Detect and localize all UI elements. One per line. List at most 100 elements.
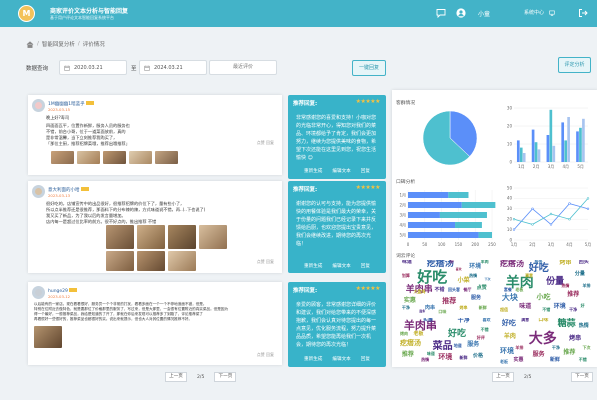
- review-photo[interactable]: [137, 251, 165, 271]
- word-cloud-word: 服务: [532, 351, 545, 358]
- bar: [455, 222, 482, 228]
- end-date-input[interactable]: 2024.03.21: [139, 60, 207, 75]
- bar: [448, 192, 469, 198]
- start-date-input[interactable]: 2020.03.21: [59, 60, 127, 75]
- review-photo[interactable]: [168, 225, 196, 249]
- section-title-wordcloud: 词云评论: [396, 254, 416, 259]
- home-icon[interactable]: [26, 40, 34, 48]
- avatar[interactable]: [32, 286, 45, 299]
- word-cloud-word: 干净: [569, 307, 578, 312]
- avatar[interactable]: [32, 99, 45, 112]
- y-tick-label: 20: [507, 217, 513, 222]
- analysis-panel: 客群情况 口碑分析 词云评论 0 10 20 30 1月 2月 3月 4月 5月 0 50 100 1…: [392, 90, 597, 367]
- recommend-reply-card-1: 推荐回复: ★★★★★ 非常感谢您的喜爱和支持！小咖对您的光临非常开心，得知您对…: [288, 95, 386, 179]
- avatar[interactable]: [32, 185, 45, 198]
- word-cloud-word: 划算: [401, 273, 410, 278]
- logout-icon[interactable]: [578, 8, 588, 18]
- message-icon[interactable]: [436, 8, 446, 18]
- y-tick-label: 5月: [399, 232, 406, 237]
- word-cloud-word: 大块: [501, 293, 518, 302]
- customer-bar-chart: 0 10 20 30 1月 2月 3月 4月 5月: [507, 105, 588, 169]
- prev-page-button[interactable]: 上一页: [165, 372, 187, 382]
- edit-text-button[interactable]: 编辑文本: [332, 356, 350, 362]
- system-center-button[interactable]: 系统中心: [524, 9, 555, 16]
- recommend-title: 推荐回复:: [293, 187, 318, 193]
- word-cloud-word: 老板: [515, 287, 524, 292]
- x-tick-label: 2月: [529, 242, 536, 247]
- edit-text-button[interactable]: 编辑文本: [332, 168, 350, 174]
- reply-button[interactable]: 回复: [361, 263, 370, 269]
- regenerate-button[interactable]: 重新生成: [304, 263, 322, 269]
- filter-select[interactable]: 最近评价: [209, 60, 277, 75]
- word-cloud-word: 味道: [401, 260, 412, 265]
- word-cloud-word: 口味: [538, 318, 549, 323]
- word-cloud-word: 回头: [578, 260, 589, 265]
- filter-label: 数据查询: [26, 65, 49, 72]
- word-cloud-word: 新鲜: [478, 305, 487, 310]
- bar: [478, 232, 492, 238]
- word-cloud-word: 小吃: [536, 293, 551, 301]
- bar: [552, 145, 556, 162]
- review-photo[interactable]: [106, 251, 134, 271]
- x-tick-label: 4月: [563, 164, 570, 169]
- review-actions[interactable]: 点赞 回复: [257, 352, 274, 358]
- batch-reply-button[interactable]: 一键回复: [352, 60, 386, 76]
- word-cloud-word: 烤串: [559, 260, 572, 266]
- word-cloud-word: 烤串: [459, 305, 468, 310]
- next-page-button[interactable]: 下一页: [214, 372, 237, 382]
- review-username[interactable]: hunge29: [48, 289, 68, 294]
- word-cloud-word: 羊肉: [503, 333, 516, 340]
- data-point: [531, 223, 534, 226]
- word-cloud-word: 小菜: [457, 277, 470, 284]
- word-cloud-word: 羊排: [515, 345, 524, 350]
- breadcrumb-section[interactable]: 智能回复分析: [42, 40, 75, 48]
- rating-stars-icon: ★★★★★: [355, 285, 381, 292]
- review-photo[interactable]: [199, 225, 227, 249]
- review-photo[interactable]: [129, 151, 152, 164]
- rating-stars-icon: ★★★★★: [355, 98, 381, 105]
- review-photo[interactable]: [168, 251, 196, 271]
- bar: [561, 122, 565, 162]
- word-cloud-2: 疙瘩汤 好吃 羊肉 烤串 份量 大块 小吃 推荐 分量 味道 环境好超值 回头 服务 老板 热情 羊排 套餐 不错…: [500, 260, 596, 315]
- review-photo[interactable]: [106, 225, 134, 249]
- reply-button[interactable]: 回复: [361, 168, 370, 174]
- review-photo[interactable]: [155, 151, 178, 164]
- review-photo[interactable]: [137, 225, 165, 249]
- edit-text-button[interactable]: 编辑文本: [332, 263, 350, 269]
- word-cloud-word: 干净: [401, 305, 410, 310]
- review-photo[interactable]: [103, 151, 126, 164]
- review-actions[interactable]: 点赞 回复: [257, 140, 274, 146]
- review-username[interactable]: 1M幽幽幽1暗蓝乎: [48, 102, 85, 107]
- series-line: [513, 198, 589, 225]
- review-actions[interactable]: 点赞 回复: [257, 259, 274, 265]
- review-photo[interactable]: [77, 151, 100, 164]
- review-photo[interactable]: [34, 326, 62, 348]
- review-photo[interactable]: [51, 151, 74, 164]
- prev-page-button[interactable]: 上一页: [492, 372, 514, 382]
- bar: [564, 140, 567, 162]
- review-analysis-button[interactable]: 评定分析: [558, 57, 591, 73]
- x-tick-label: 5月: [585, 242, 592, 247]
- word-cloud-word: 菜品: [432, 341, 453, 352]
- username[interactable]: 小童: [478, 9, 490, 18]
- review-text-line: 我又买了新品，为了我以后的发言量增加。: [46, 213, 126, 218]
- bar: [408, 222, 456, 228]
- word-cloud-word: 下次: [582, 345, 591, 350]
- review-time: 2023-03-13: [48, 192, 71, 198]
- word-cloud-word: 新鲜: [549, 357, 560, 363]
- word-cloud-word: 面条: [419, 309, 426, 313]
- reply-button[interactable]: 回复: [361, 356, 370, 362]
- data-point: [549, 223, 553, 226]
- word-cloud-word: 不错: [434, 287, 445, 293]
- word-cloud-word: 环境: [438, 353, 453, 361]
- user-avatar-icon[interactable]: [456, 8, 466, 18]
- x-tick-label: 150: [455, 242, 463, 247]
- next-page-button[interactable]: 下一页: [571, 372, 593, 382]
- review-username[interactable]: 意大利面的小哈: [48, 188, 80, 193]
- regenerate-button[interactable]: 重新生成: [304, 168, 322, 174]
- x-tick-label: 1月: [511, 242, 518, 247]
- x-tick-label: 0: [407, 242, 410, 247]
- review-text-line: 不错，前台小哥，位于一道菜面放前，真的: [46, 129, 126, 134]
- data-point: [531, 207, 534, 210]
- regenerate-button[interactable]: 重新生成: [304, 356, 322, 362]
